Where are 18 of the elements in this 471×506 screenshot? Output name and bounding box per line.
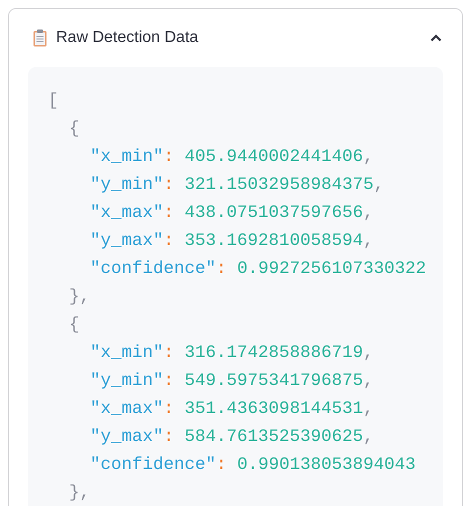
code-line: "x_min": 405.9440002441406, — [90, 146, 374, 169]
code-line: "y_max": 353.1692810058594, — [90, 230, 374, 253]
code-line: "x_max": 438.0751037597656, — [90, 202, 374, 225]
code-line: [ — [48, 90, 59, 113]
code-line: "y_min": 321.15032958984375, — [90, 174, 384, 197]
code-line: }, — [69, 286, 90, 309]
code-line: "confidence": 0.9927256107330322 — [90, 258, 426, 281]
expander-title: Raw Detection Data — [56, 28, 198, 48]
code-line: "confidence": 0.990138053894043 — [90, 454, 416, 477]
code-line: { — [69, 314, 80, 337]
code-line: "y_max": 584.7613525390625, — [90, 426, 374, 449]
expander-header[interactable]: Raw Detection Data — [9, 9, 462, 67]
code-line: "x_min": 316.1742858886719, — [90, 342, 374, 365]
code-line: "x_max": 351.4363098144531, — [90, 398, 374, 421]
clipboard-icon — [33, 29, 47, 47]
code-line: { — [69, 118, 80, 141]
code-line: "y_min": 549.5975341796875, — [90, 370, 374, 393]
code-line: }, — [69, 482, 90, 505]
